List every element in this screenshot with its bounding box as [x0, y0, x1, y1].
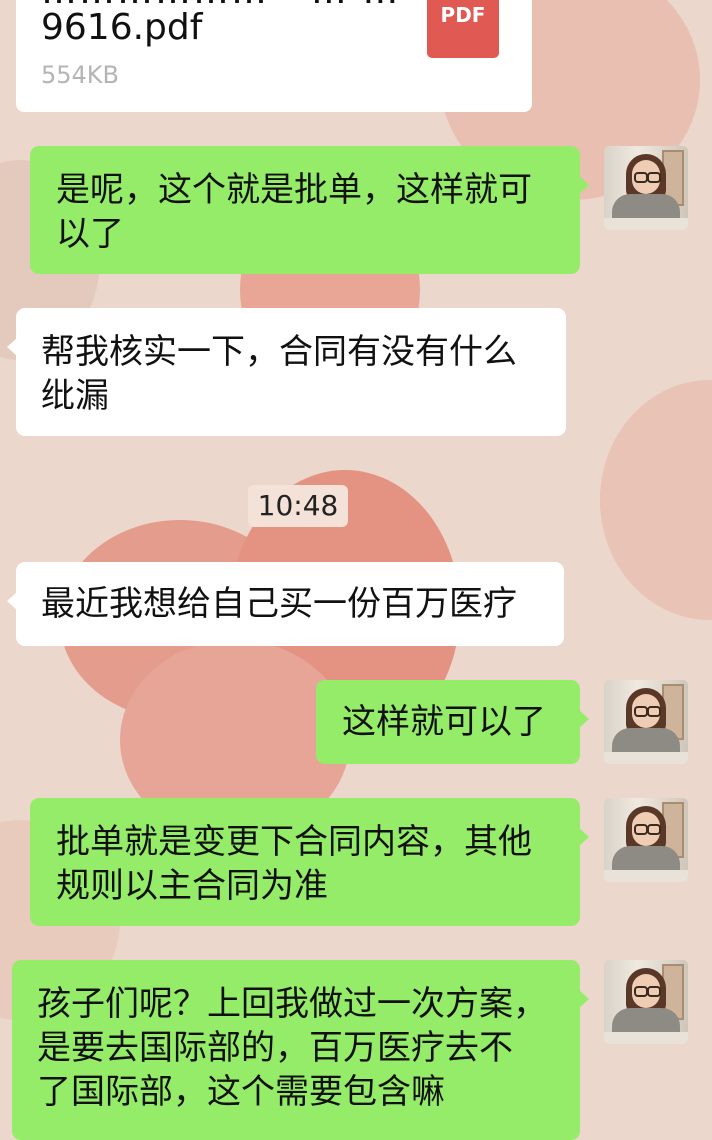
message-line: 了国际部，这个需要包含嘛 — [37, 1072, 445, 1112]
pdf-icon: PDF — [427, 0, 499, 58]
user-avatar[interactable] — [604, 960, 688, 1044]
message-line: 规则以主合同为准 — [56, 866, 328, 906]
message-bubble-outgoing[interactable]: 批单就是变更下合同内容，其他 规则以主合同为准 — [30, 798, 589, 926]
message-line: 以了 — [56, 214, 124, 254]
message-bubble-outgoing[interactable]: 孩子们呢？上回我做过一次方案， 是要去国际部的，百万医疗去不 了国际部，这个需要… — [12, 960, 589, 1140]
user-avatar[interactable] — [604, 798, 688, 882]
file-name: 9616.pdf — [41, 7, 203, 48]
message-line: 最近我想给自己买一份百万医疗 — [41, 584, 517, 624]
user-avatar[interactable] — [604, 146, 688, 230]
message-line: 是呢，这个就是批单，这样就可 — [56, 170, 532, 210]
message-bubble-incoming[interactable]: 最近我想给自己买一份百万医疗 — [7, 562, 564, 646]
timestamp-badge: 10:48 — [248, 485, 348, 527]
user-avatar[interactable] — [604, 680, 688, 764]
message-bubble-outgoing[interactable]: 这样就可以了 — [316, 680, 589, 764]
message-line: 帮我核实一下，合同有没有什么 — [41, 332, 517, 372]
message-line: 是要去国际部的，百万医疗去不 — [37, 1028, 513, 1068]
file-size: 554KB — [41, 61, 120, 89]
message-bubble-incoming[interactable]: 帮我核实一下，合同有没有什么 纰漏 — [7, 308, 566, 436]
message-line: 这样就可以了 — [342, 702, 546, 742]
message-line: 纰漏 — [41, 376, 109, 416]
file-message-card[interactable]: ……………… - … … 9616.pdf 554KB PDF — [16, 0, 532, 112]
message-line: 孩子们呢？上回我做过一次方案， — [37, 984, 547, 1024]
message-bubble-outgoing[interactable]: 是呢，这个就是批单，这样就可 以了 — [30, 146, 589, 274]
message-line: 批单就是变更下合同内容，其他 — [56, 822, 532, 862]
